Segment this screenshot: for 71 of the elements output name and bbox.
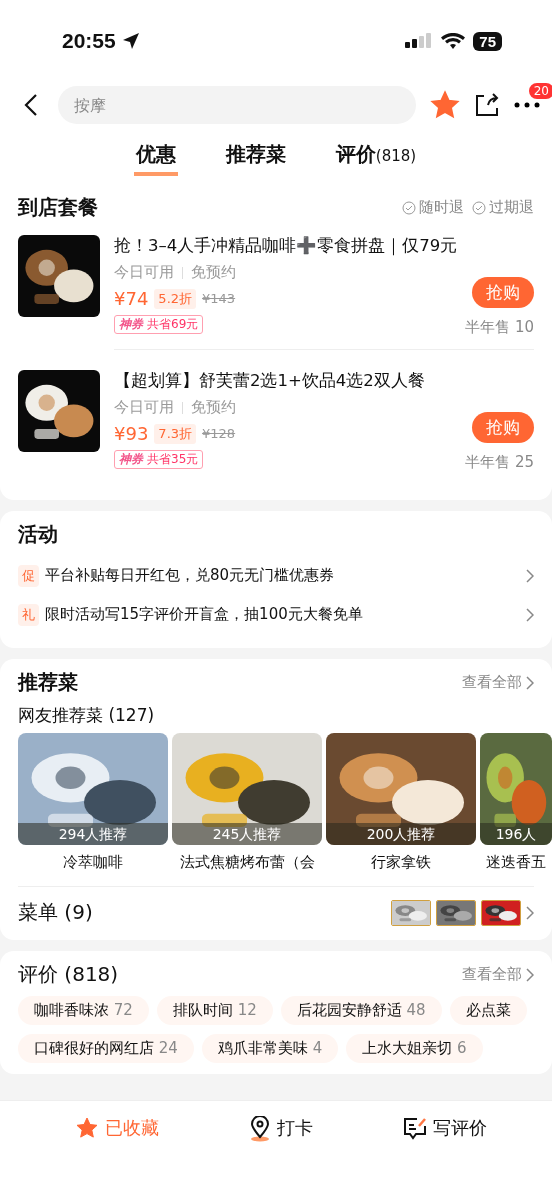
recommend-count: 200人推荐 xyxy=(326,823,476,845)
section-title: 评价 (818) xyxy=(18,961,119,988)
menu-title[interactable]: 菜单 (9) xyxy=(18,899,93,926)
signal-icon xyxy=(405,33,434,49)
wifi-icon xyxy=(441,32,466,50)
review-tag[interactable]: 口碑很好的网红店 24 xyxy=(18,1034,194,1063)
review-tag[interactable]: 排队时间 12 xyxy=(156,996,273,1025)
discount-tag: 7.3折 xyxy=(154,423,197,444)
deal-tag: 今日可用 xyxy=(114,263,174,282)
tab[interactable]: 优惠 xyxy=(133,136,178,176)
dish-name[interactable]: 行家拿铁 xyxy=(371,853,431,872)
sales-count: 半年售 25 xyxy=(465,453,534,472)
write-review-icon xyxy=(403,1116,427,1140)
check-circle-icon xyxy=(402,200,416,215)
section-title: 到店套餐 xyxy=(18,194,98,221)
guarantee-label: 随时退 xyxy=(419,198,464,217)
chevron-right-icon xyxy=(526,568,534,583)
dish-name[interactable]: 冷萃咖啡 xyxy=(63,853,123,872)
section-title: 活动 xyxy=(18,521,58,548)
status-time: 20:55 xyxy=(62,29,116,53)
section-subtitle: 网友推荐菜 (127) xyxy=(18,705,155,725)
recommend-count: 196人 xyxy=(480,823,552,845)
battery-level: 75 xyxy=(473,31,502,51)
recommend-count: 245人推荐 xyxy=(172,823,322,845)
location-arrow-icon xyxy=(121,32,140,50)
share-button[interactable] xyxy=(474,92,500,118)
recommend-count: 294人推荐 xyxy=(18,823,168,845)
tab[interactable]: 评价(818) xyxy=(333,136,419,176)
more-button[interactable] xyxy=(514,102,540,108)
tab[interactable]: 推荐菜 xyxy=(223,136,288,176)
dish-name[interactable]: 法式焦糖烤布蕾（会 xyxy=(179,853,315,872)
search-field[interactable]: 按摩 xyxy=(58,86,416,124)
review-tag[interactable]: 必点菜 xyxy=(449,996,527,1025)
original-price: ¥128 xyxy=(202,426,236,441)
location-pin-icon xyxy=(249,1116,271,1142)
original-price: ¥143 xyxy=(202,291,236,306)
deal-price: ¥74 xyxy=(114,288,149,309)
bottom-action[interactable]: 写评价 xyxy=(397,1115,493,1200)
coupon-tag: 神券 共省69元 xyxy=(114,315,204,334)
review-tag[interactable]: 上水大姐亲切 6 xyxy=(346,1034,483,1063)
guarantee-label: 过期退 xyxy=(489,198,534,217)
activity-tag: 促 xyxy=(18,564,39,587)
review-tag[interactable]: 咖啡香味浓 72 xyxy=(18,996,149,1025)
chevron-right-icon xyxy=(526,967,534,982)
deal-price: ¥93 xyxy=(114,423,149,444)
deal-tag: 免预约 xyxy=(191,263,236,282)
chevron-right-icon xyxy=(526,905,534,920)
chevron-right-icon xyxy=(526,607,534,622)
deal-title[interactable]: 抢！3–4人手冲精品咖啡➕零食拼盘｜仅79元 xyxy=(114,235,534,257)
back-button[interactable] xyxy=(24,93,38,117)
deal-title[interactable]: 【超划算】舒芙蕾2选1+饮品4选2双人餐 xyxy=(114,370,534,392)
review-tag[interactable]: 后花园安静舒适 48 xyxy=(280,996,442,1025)
discount-tag: 5.2折 xyxy=(154,288,197,309)
view-all-link[interactable]: 查看全部 xyxy=(462,965,522,984)
deal-tag: 今日可用 xyxy=(114,398,174,417)
check-circle-icon xyxy=(472,200,486,215)
chevron-right-icon xyxy=(526,675,534,690)
favorite-star-button[interactable] xyxy=(430,90,460,120)
notification-count: 20 xyxy=(528,83,552,99)
activity-tag: 礼 xyxy=(18,603,39,626)
deal-tag: 免预约 xyxy=(191,398,236,417)
section-title: 推荐菜 xyxy=(18,669,78,696)
coupon-tag: 神券 共省35元 xyxy=(114,450,204,469)
activity-item[interactable]: 限时活动写15字评价开盲盒，抽100元大餐免单 xyxy=(45,605,520,624)
sales-count: 半年售 10 xyxy=(465,318,534,337)
star-icon xyxy=(75,1116,99,1140)
review-tag[interactable]: 鸡爪非常美味 4 xyxy=(201,1034,339,1063)
view-all-link[interactable]: 查看全部 xyxy=(462,673,522,692)
activity-item[interactable]: 平台补贴每日开红包，兑80元无门槛优惠券 xyxy=(45,566,520,585)
bottom-action[interactable]: 打卡 xyxy=(243,1115,319,1200)
dish-name[interactable]: 迷迭香五 xyxy=(486,853,546,872)
